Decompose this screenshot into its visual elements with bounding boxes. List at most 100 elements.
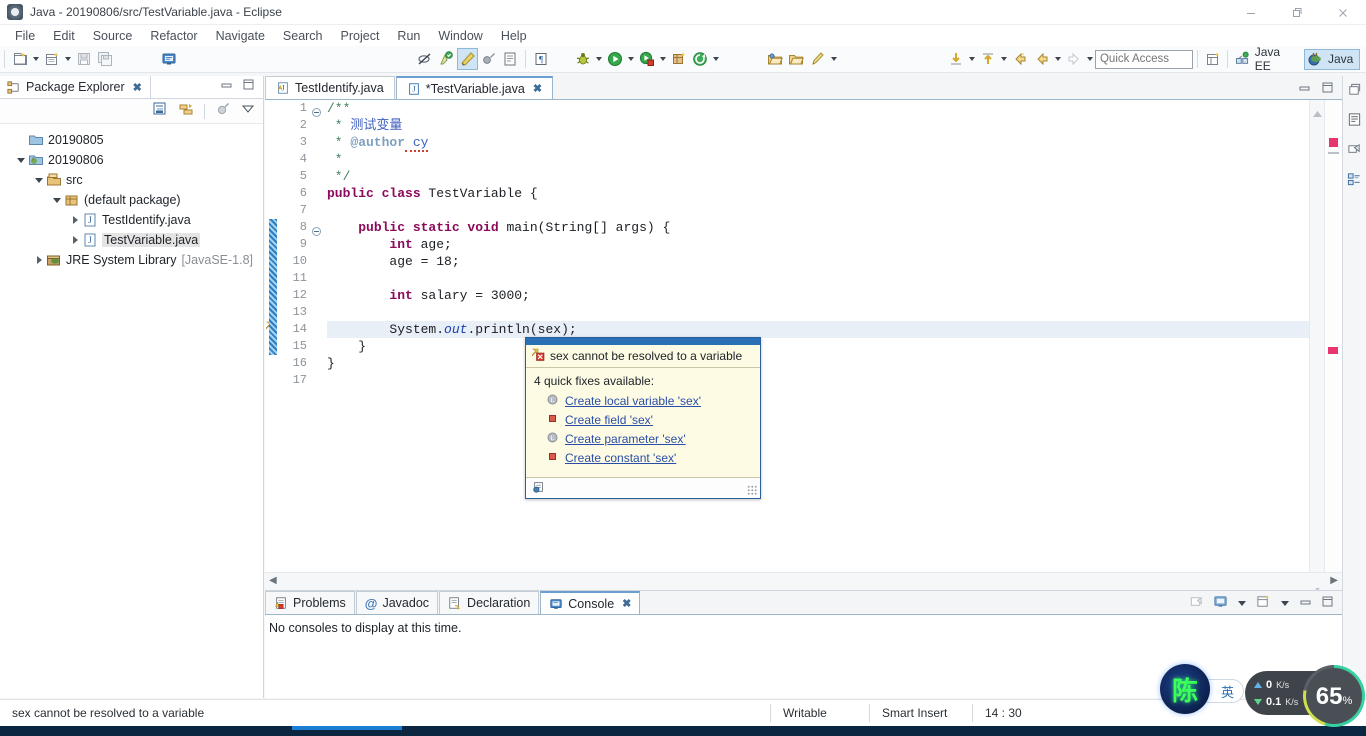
forward-dropdown-icon[interactable] [1084,48,1095,70]
display-console-dropdown-icon[interactable] [1237,595,1247,613]
resize-grip[interactable] [747,485,757,495]
view-dropdown-icon[interactable] [241,102,255,121]
configure-problem-severity-icon[interactable] [532,480,546,497]
quick-fix-item-create-field[interactable]: Create field 'sex' [534,410,752,429]
restore-icon[interactable] [1274,0,1320,25]
new-wizard-icon[interactable] [9,48,30,70]
quick-fix-item-label[interactable]: Create parameter 'sex' [565,432,686,446]
menu-help[interactable]: Help [492,27,536,45]
scroll-right-arrow-icon[interactable]: ▶ [1330,575,1338,586]
menu-window[interactable]: Window [429,27,491,45]
code-text[interactable]: /** * 测试变量 * @author cy * */ public clas… [323,100,1342,588]
tab-javadoc[interactable]: @ Javadoc [355,591,439,614]
minimize-icon[interactable] [1298,81,1311,99]
link-with-editor-icon[interactable] [456,48,479,70]
twisty-right-icon[interactable] [68,216,82,224]
save-all-icon[interactable] [94,48,115,70]
error-marker[interactable] [1328,347,1338,354]
link-with-editor-icon[interactable] [178,101,194,122]
ime-indicator[interactable]: 英 陈 [1160,664,1244,714]
new-wizard-dropdown-icon[interactable] [30,48,41,70]
maximize-icon[interactable] [1321,595,1334,613]
toggle-mark-occurrences-icon[interactable] [436,48,457,70]
minimize-icon[interactable] [220,78,233,96]
tree-item-jre-system-library[interactable]: JRE System Library [JavaSE-1.8] [10,250,263,270]
back-icon[interactable] [1031,48,1052,70]
menu-file[interactable]: File [6,27,44,45]
minimize-icon[interactable] [1299,595,1312,613]
tree-item-testvariable-java[interactable]: J TestVariable.java [10,230,263,250]
editor-tab-testvariable[interactable]: J *TestVariable.java ✖ [395,76,554,99]
menu-edit[interactable]: Edit [44,27,84,45]
new-java-class-icon[interactable] [668,48,689,70]
task-list-icon[interactable] [1347,142,1362,162]
menu-project[interactable]: Project [332,27,389,45]
debug-icon[interactable] [573,48,594,70]
next-annotation-icon[interactable] [946,48,967,70]
perspective-java-ee[interactable]: Java EE [1232,45,1304,73]
perspective-java[interactable]: Java [1303,48,1361,70]
twisty-down-icon[interactable] [14,157,28,163]
run-coverage-icon[interactable] [636,48,657,70]
debug-dropdown-icon[interactable] [594,48,605,70]
close-icon[interactable] [1320,0,1366,25]
open-task-icon[interactable] [764,48,785,70]
quick-access-input[interactable] [1094,49,1193,69]
twisty-right-icon[interactable] [32,256,46,264]
tree-item-src[interactable]: src [10,170,263,190]
menu-refactor[interactable]: Refactor [141,27,206,45]
annotation-ruler[interactable] [265,100,278,588]
menu-source[interactable]: Source [84,27,142,45]
last-edit-location-icon[interactable] [1010,48,1031,70]
close-tab-icon[interactable]: ✖ [622,597,631,610]
save-icon[interactable] [73,48,94,70]
next-annotation-dropdown-icon[interactable] [967,48,978,70]
fold-collapse-icon[interactable] [312,104,321,117]
back-dropdown-icon[interactable] [1052,48,1063,70]
new-annotation-dropdown-icon[interactable] [711,48,722,70]
tree-item-default-package[interactable]: (default package) [10,190,263,210]
tree-item-testidentify-java[interactable]: J TestIdentify.java [10,210,263,230]
previous-annotation-dropdown-icon[interactable] [999,48,1010,70]
twisty-down-icon[interactable] [50,197,64,203]
maximize-icon[interactable] [242,78,255,96]
new-console-view-icon[interactable] [1256,594,1271,614]
quick-fix-item-label[interactable]: Create local variable 'sex' [565,394,701,408]
new-console-dropdown-icon[interactable] [1280,595,1290,613]
pin-editor-icon[interactable] [807,48,828,70]
tab-console[interactable]: Console ✖ [540,591,641,614]
editor-horizontal-scrollbar[interactable]: ◀ ▶ [265,572,1342,588]
editor-tab-testidentify[interactable]: J TestIdentify.java [265,76,395,99]
open-folder-icon[interactable] [786,48,807,70]
skip-breakpoints-icon[interactable] [414,48,435,70]
scroll-up-arrow-icon[interactable] [1313,104,1322,117]
forward-icon[interactable] [1063,48,1084,70]
display-selected-console-icon[interactable] [1213,594,1228,614]
editor-vertical-scrollbar[interactable] [1309,100,1324,591]
quick-fix-item-label[interactable]: Create field 'sex' [565,413,653,427]
scroll-left-arrow-icon[interactable]: ◀ [269,575,277,586]
close-tab-icon[interactable]: ✖ [533,82,542,95]
network-monitor[interactable]: 0 K/s 0.1 K/s 65 % [1245,665,1366,724]
quick-fix-popup[interactable]: sex cannot be resolved to a variable 4 q… [525,337,761,499]
run-dropdown-icon[interactable] [626,48,637,70]
collapse-all-icon[interactable] [152,101,168,122]
pin-editor-dropdown-icon[interactable] [828,48,839,70]
new-annotation-icon[interactable] [690,48,711,70]
open-type-icon[interactable] [500,48,521,70]
code-editor[interactable]: 1 2 3 4 5 6 7 8 9 10 11 12 13 14 15 16 1… [265,100,1342,591]
quick-fix-item-label[interactable]: Create constant 'sex' [565,451,676,465]
open-perspective-icon[interactable] [1202,48,1223,70]
tab-package-explorer[interactable]: Package Explorer ✖ [0,75,151,99]
maximize-icon[interactable] [1321,81,1334,99]
cpu-usage-orb[interactable]: 65 % [1303,665,1365,727]
package-explorer-icon[interactable] [1347,172,1362,192]
quick-fix-item-create-parameter[interactable]: L Create parameter 'sex' [534,429,752,448]
quick-fix-item-create-constant[interactable]: Create constant 'sex' [534,448,752,467]
print-icon[interactable] [158,48,179,70]
overview-ruler[interactable] [1324,100,1342,588]
open-console-icon[interactable] [1189,594,1204,614]
tab-declaration[interactable]: Declaration [439,591,540,614]
new-java-project-icon[interactable] [41,48,62,70]
tab-problems[interactable]: Problems [265,591,355,614]
